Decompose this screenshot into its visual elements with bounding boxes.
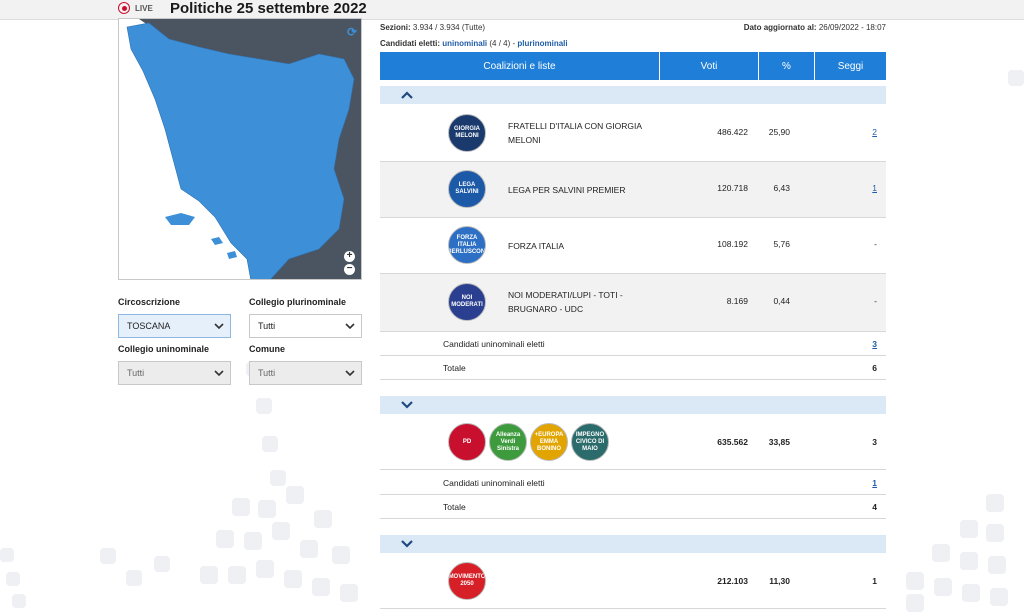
header-perc[interactable]: % [759,52,815,80]
totale-value: 6 [872,363,877,373]
collegio-uninominale-value: Tutti [127,368,145,378]
list-voti: 486.422 [717,127,748,137]
collegio-uninominale-select[interactable]: Tutti [118,361,231,385]
impegno-civico-logo-icon: IMPEGNO CIVICO DI MAIO [571,423,609,461]
list-perc: 6,43 [773,183,790,193]
list-seggi-link[interactable]: 2 [872,127,877,137]
toscana-map-svg [119,19,361,279]
uninominali-label: Candidati uninominali eletti [443,339,545,349]
totale-row: Totale 4 [380,495,886,519]
totale-row: Totale 6 [380,356,886,380]
candidati-eletti-label: Candidati eletti: [380,39,441,48]
coalition-voti: 635.562 [717,437,748,447]
list-row[interactable]: FORZA ITALIA BERLUSCONI FORZA ITALIA 108… [380,218,886,274]
uninominali-row: Candidati uninominali eletti 1 [380,471,886,495]
collegio-plurinominale-value: Tutti [258,321,276,331]
updated-label: Dato aggiornato al: [743,23,817,32]
sezioni-value: 3.934 / 3.934 (Tutte) [412,23,486,32]
fdi-logo-icon: GIORGIA MELONI [448,114,486,152]
top-bar: LIVE Politiche 25 settembre 2022 [0,0,1024,20]
circoscrizione-select[interactable]: TOSCANA [118,314,231,338]
list-name: FRATELLI D'ITALIA CON GIORGIA MELONI [508,121,642,145]
header-voti[interactable]: Voti [660,52,759,80]
comune-value: Tutti [258,368,276,378]
header-coalizioni[interactable]: Coalizioni e liste [380,52,660,80]
uninominali-link[interactable]: 3 [872,339,877,349]
list-perc: 5,76 [773,239,790,249]
coalition-seggi: 3 [872,437,877,447]
list-voti: 120.718 [717,183,748,193]
comune-label: Comune [249,344,285,354]
coalition-1-toggle[interactable] [380,86,886,104]
coalition-seggi: 1 [872,576,877,586]
chevron-down-icon [345,323,355,330]
results-table-header: Coalizioni e liste Voti % Seggi [380,52,886,80]
chevron-down-icon [214,323,224,330]
totale-label: Totale [443,502,466,512]
collegio-plurinominale-select[interactable]: Tutti [249,314,362,338]
list-name: FORZA ITALIA [508,241,565,251]
uninominali-row: Candidati uninominali eletti 3 [380,332,886,356]
header-seggi[interactable]: Seggi [815,52,886,80]
chevron-down-icon [401,401,413,409]
chevron-up-icon [401,91,413,99]
zoom-in-icon[interactable]: + [344,251,355,262]
chevron-down-icon [401,540,413,548]
coalition-2-toggle[interactable] [380,396,886,414]
collegio-plurinominale-label: Collegio plurinominale [249,297,347,307]
sezioni-info: Sezioni: 3.934 / 3.934 (Tutte) [380,23,485,32]
coalition-voti: 212.103 [717,576,748,586]
uninominali-count: (4 / 4) - [489,39,516,48]
list-seggi: - [874,296,877,306]
live-indicator[interactable]: LIVE [118,2,153,14]
updated-value: 26/09/2022 - 18:07 [818,23,886,32]
list-name: NOI MODERATI/LUPI - TOTI - BRUGNARO - UD… [508,290,623,314]
uninominali-link[interactable]: 1 [872,478,877,488]
lega-logo-icon: LEGA SALVINI [448,170,486,208]
totale-label: Totale [443,363,466,373]
list-perc: 0,44 [773,296,790,306]
plurinominali-link[interactable]: plurinominali [517,39,567,48]
uninominali-label: Candidati uninominali eletti [443,478,545,488]
uninominali-link[interactable]: uninominali [442,39,487,48]
chevron-down-icon [214,370,224,377]
list-voti: 108.192 [717,239,748,249]
piu-europa-logo-icon: +EUROPA EMMA BONINO [530,423,568,461]
forza-italia-logo-icon: FORZA ITALIA BERLUSCONI [448,226,486,264]
map-refresh-icon[interactable]: ⟳ [347,25,357,39]
list-voti: 8.169 [726,296,748,306]
list-seggi: - [874,239,877,249]
coalition-perc: 33,85 [768,437,790,447]
page-title: Politiche 25 settembre 2022 [170,0,367,17]
list-row[interactable]: GIORGIA MELONI FRATELLI D'ITALIA CON GIO… [380,106,886,162]
movimento-5-stelle-logo-icon: MOVIMENTO 2050 [448,562,486,600]
circoscrizione-value: TOSCANA [127,321,171,331]
coalition-row[interactable]: MOVIMENTO 2050 212.103 11,30 1 [380,553,886,609]
chevron-down-icon [345,370,355,377]
zoom-out-icon[interactable]: − [344,264,355,275]
live-label: LIVE [135,3,153,13]
noi-moderati-logo-icon: NOI MODERATI [448,283,486,321]
coalition-3-toggle[interactable] [380,535,886,553]
list-row[interactable]: LEGA SALVINI LEGA PER SALVINI PREMIER 12… [380,162,886,218]
comune-select[interactable]: Tutti [249,361,362,385]
coalition-row[interactable]: PD Alleanza Verdi Sinistra +EUROPA EMMA … [380,414,886,470]
totale-value: 4 [872,502,877,512]
avs-logo-icon: Alleanza Verdi Sinistra [489,423,527,461]
pd-logo-icon: PD [448,423,486,461]
region-map[interactable]: ⟳ + − [118,18,362,280]
list-row[interactable]: NOI MODERATI NOI MODERATI/LUPI - TOTI - … [380,274,886,332]
collegio-uninominale-label: Collegio uninominale [118,344,210,354]
coalition-perc: 11,30 [769,576,790,586]
list-perc: 25,90 [768,127,790,137]
list-name: LEGA PER SALVINI PREMIER [508,185,626,195]
updated-info: Dato aggiornato al: 26/09/2022 - 18:07 [744,23,886,32]
sezioni-label: Sezioni: [380,23,411,32]
candidati-eletti-info: Candidati eletti: uninominali (4 / 4) - … [380,39,568,48]
circoscrizione-label: Circoscrizione [118,297,181,307]
list-seggi-link[interactable]: 1 [872,183,877,193]
live-record-icon [118,2,130,14]
